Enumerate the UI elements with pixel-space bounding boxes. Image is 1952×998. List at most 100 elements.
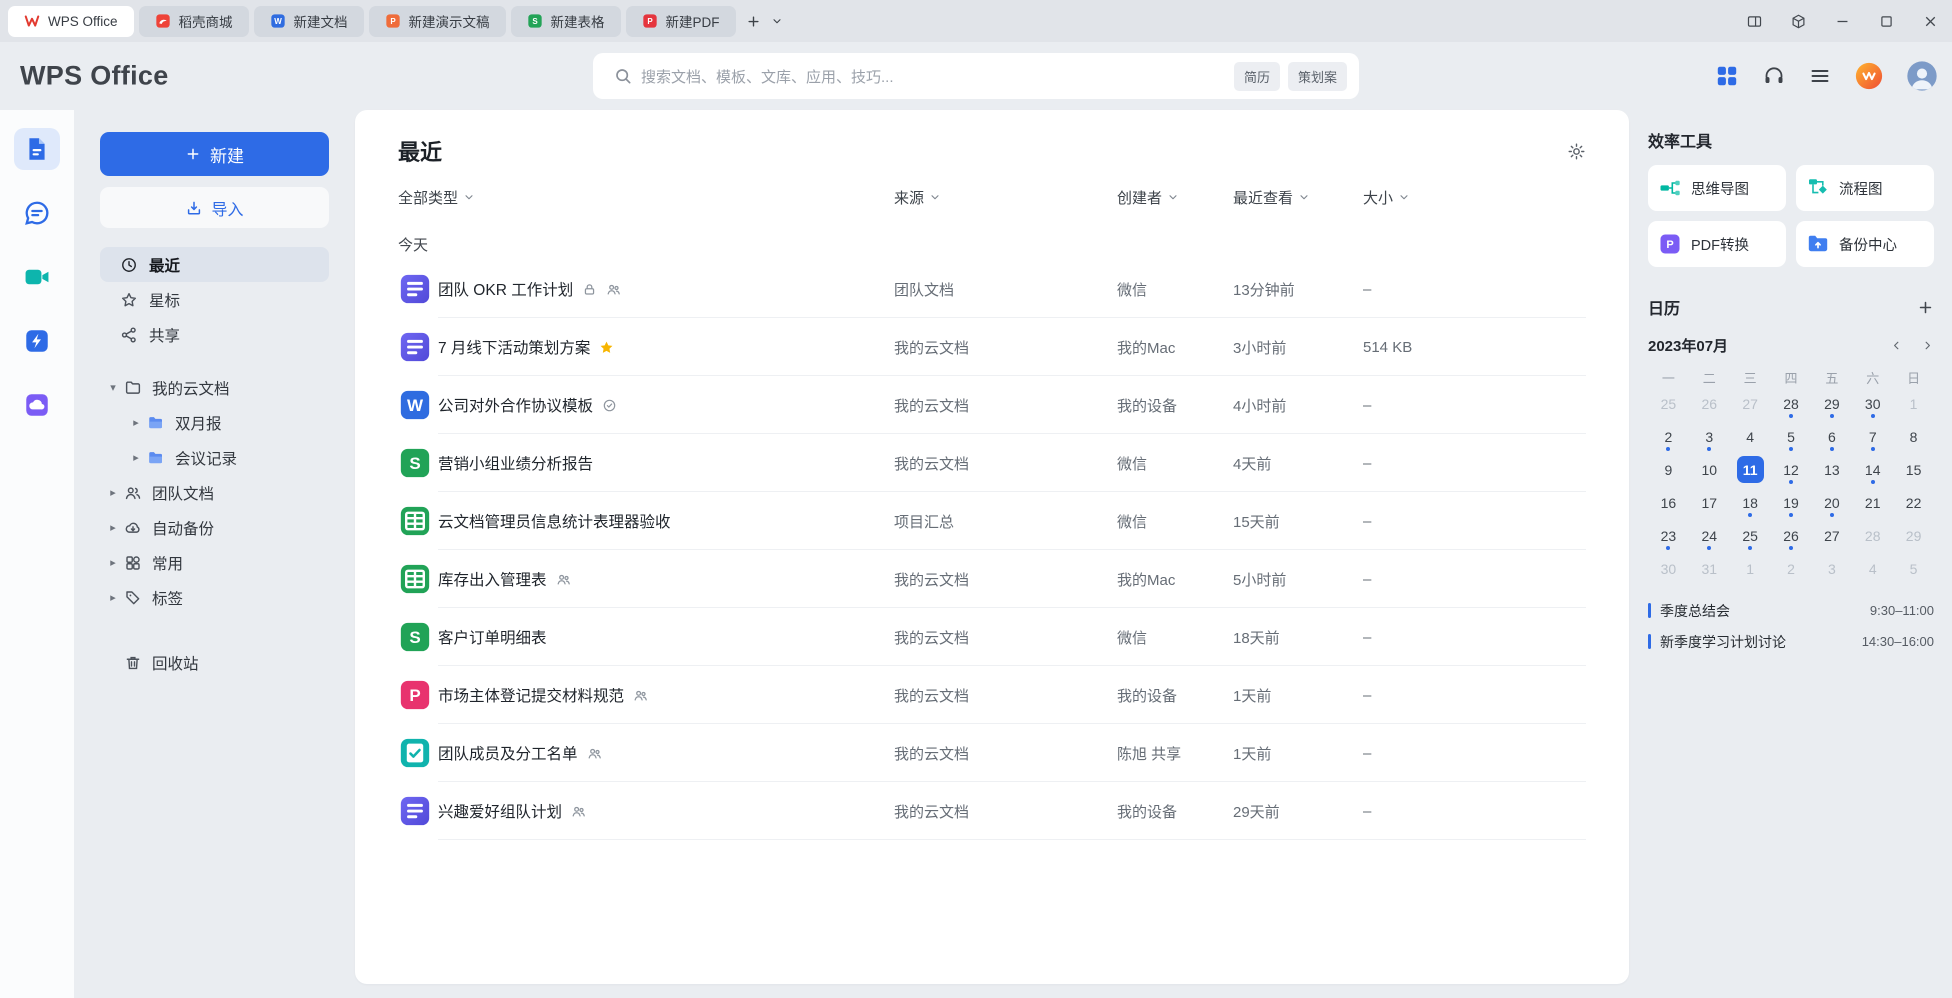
file-row[interactable]: 云文档管理员信息统计表理器验收项目汇总微信15天前–	[398, 492, 1586, 550]
sidebar-item-team-docs[interactable]: ▸团队文档	[100, 475, 329, 510]
user-avatar[interactable]	[1906, 60, 1938, 92]
tab-list-dropdown[interactable]	[771, 15, 783, 27]
window-tab-new-presentation[interactable]: P新建演示文稿	[369, 6, 506, 37]
calendar-day[interactable]: 19	[1771, 486, 1812, 519]
calendar-day[interactable]: 16	[1648, 486, 1689, 519]
calendar-day[interactable]: 17	[1689, 486, 1730, 519]
sidebar-item-bimonthly-report[interactable]: ▸双月报	[100, 405, 329, 440]
calendar-event[interactable]: 新季度学习计划讨论14:30–16:00	[1648, 626, 1934, 657]
search-tag-1[interactable]: 策划案	[1288, 62, 1347, 91]
tool-mindmap[interactable]: 思维导图	[1648, 165, 1786, 211]
new-tab-button[interactable]	[746, 14, 761, 29]
caret-right-icon[interactable]: ▸	[128, 451, 144, 464]
calendar-day[interactable]: 27	[1730, 387, 1771, 420]
calendar-day[interactable]: 12	[1771, 453, 1812, 486]
calendar-day[interactable]: 1	[1893, 387, 1934, 420]
sidebar-item-starred[interactable]: 星标	[100, 282, 329, 317]
add-event-button[interactable]	[1917, 299, 1934, 316]
type-filter[interactable]: 全部类型	[398, 187, 894, 208]
import-button[interactable]: 导入	[100, 187, 329, 228]
calendar-day[interactable]: 20	[1811, 486, 1852, 519]
window-tab-new-pdf[interactable]: P新建PDF	[626, 6, 736, 37]
rail-item-meeting[interactable]	[14, 256, 60, 298]
member-badge-icon[interactable]	[1854, 61, 1884, 91]
window-tab-new-spreadsheet[interactable]: S新建表格	[511, 6, 621, 37]
search-tag-0[interactable]: 简历	[1234, 62, 1280, 91]
calendar-day[interactable]: 9	[1648, 453, 1689, 486]
caret-down-icon[interactable]: ▾	[105, 381, 121, 394]
calendar-day[interactable]: 5	[1893, 552, 1934, 585]
calendar-day[interactable]: 26	[1689, 387, 1730, 420]
calendar-day[interactable]: 28	[1852, 519, 1893, 552]
file-row[interactable]: S客户订单明细表我的云文档微信18天前–	[398, 608, 1586, 666]
minimize-button[interactable]	[1820, 0, 1864, 42]
calendar-day[interactable]: 31	[1689, 552, 1730, 585]
window-tab-wps-office[interactable]: WPS Office	[8, 6, 134, 37]
file-row[interactable]: 库存出入管理表我的云文档我的Mac5小时前–	[398, 550, 1586, 608]
file-row[interactable]: S营销小组业绩分析报告我的云文档微信4天前–	[398, 434, 1586, 492]
column-filter-3[interactable]: 大小	[1363, 187, 1586, 208]
prev-month-button[interactable]	[1890, 339, 1903, 352]
window-tab-docer-mall[interactable]: 稻壳商城	[139, 6, 249, 37]
sidebar-item-meeting-notes[interactable]: ▸会议记录	[100, 440, 329, 475]
sidebar-item-frequent[interactable]: ▸常用	[100, 545, 329, 580]
calendar-day[interactable]: 4	[1730, 420, 1771, 453]
calendar-day[interactable]: 3	[1811, 552, 1852, 585]
calendar-day[interactable]: 13	[1811, 453, 1852, 486]
settings-gear-icon[interactable]	[1567, 142, 1586, 161]
caret-right-icon[interactable]: ▸	[105, 486, 121, 499]
rail-item-apps-cloud[interactable]	[14, 384, 60, 426]
rail-item-chat[interactable]	[14, 192, 60, 234]
calendar-day[interactable]: 22	[1893, 486, 1934, 519]
calendar-day[interactable]: 7	[1852, 420, 1893, 453]
tool-flowchart[interactable]: 流程图	[1796, 165, 1934, 211]
calendar-day[interactable]: 11	[1730, 453, 1771, 486]
calendar-day[interactable]: 29	[1811, 387, 1852, 420]
caret-right-icon[interactable]: ▸	[105, 591, 121, 604]
rail-item-docs-home[interactable]	[14, 128, 60, 170]
calendar-day[interactable]: 28	[1771, 387, 1812, 420]
calendar-day[interactable]: 21	[1852, 486, 1893, 519]
tool-pdf-convert[interactable]: PPDF转换	[1648, 221, 1786, 267]
headset-icon[interactable]	[1762, 64, 1786, 88]
file-row[interactable]: P市场主体登记提交材料规范我的云文档我的设备1天前–	[398, 666, 1586, 724]
column-filter-1[interactable]: 创建者	[1117, 187, 1233, 208]
caret-right-icon[interactable]: ▸	[105, 556, 121, 569]
file-row[interactable]: 团队 OKR 工作计划团队文档微信13分钟前–	[398, 260, 1586, 318]
sidebar-item-trash[interactable]: 回收站	[100, 645, 329, 680]
sidebar-item-auto-backup[interactable]: ▸自动备份	[100, 510, 329, 545]
calendar-day[interactable]: 8	[1893, 420, 1934, 453]
column-filter-2[interactable]: 最近查看	[1233, 187, 1363, 208]
sidebar-item-my-cloud-docs[interactable]: ▾我的云文档	[100, 370, 329, 405]
new-document-button[interactable]: 新建	[100, 132, 329, 176]
tool-backup-center[interactable]: 备份中心	[1796, 221, 1934, 267]
calendar-day[interactable]: 15	[1893, 453, 1934, 486]
file-row[interactable]: 团队成员及分工名单我的云文档陈旭 共享1天前–	[398, 724, 1586, 782]
sidebar-item-recent[interactable]: 最近	[100, 247, 329, 282]
menu-icon[interactable]	[1808, 64, 1832, 88]
calendar-day[interactable]: 24	[1689, 519, 1730, 552]
calendar-day[interactable]: 25	[1648, 387, 1689, 420]
maximize-button[interactable]	[1864, 0, 1908, 42]
window-tab-new-writer[interactable]: W新建文档	[254, 6, 364, 37]
apps-grid-icon[interactable]	[1714, 63, 1740, 89]
calendar-day[interactable]: 14	[1852, 453, 1893, 486]
calendar-day[interactable]: 2	[1771, 552, 1812, 585]
calendar-day[interactable]: 3	[1689, 420, 1730, 453]
calendar-day[interactable]: 10	[1689, 453, 1730, 486]
calendar-event[interactable]: 季度总结会9:30–11:00	[1648, 595, 1934, 626]
column-filter-0[interactable]: 来源	[894, 187, 1117, 208]
rail-item-tasks[interactable]	[14, 320, 60, 362]
caret-right-icon[interactable]: ▸	[105, 521, 121, 534]
file-row[interactable]: W公司对外合作协议模板我的云文档我的设备4小时前–	[398, 376, 1586, 434]
calendar-day[interactable]: 6	[1811, 420, 1852, 453]
calendar-day[interactable]: 23	[1648, 519, 1689, 552]
calendar-day[interactable]: 30	[1852, 387, 1893, 420]
sidebar-item-shared[interactable]: 共享	[100, 317, 329, 352]
next-month-button[interactable]	[1921, 339, 1934, 352]
global-search-box[interactable]: 搜索文档、模板、文库、应用、技巧... 简历策划案	[593, 53, 1359, 99]
calendar-day[interactable]: 5	[1771, 420, 1812, 453]
close-button[interactable]	[1908, 0, 1952, 42]
calendar-day[interactable]: 30	[1648, 552, 1689, 585]
calendar-day[interactable]: 18	[1730, 486, 1771, 519]
